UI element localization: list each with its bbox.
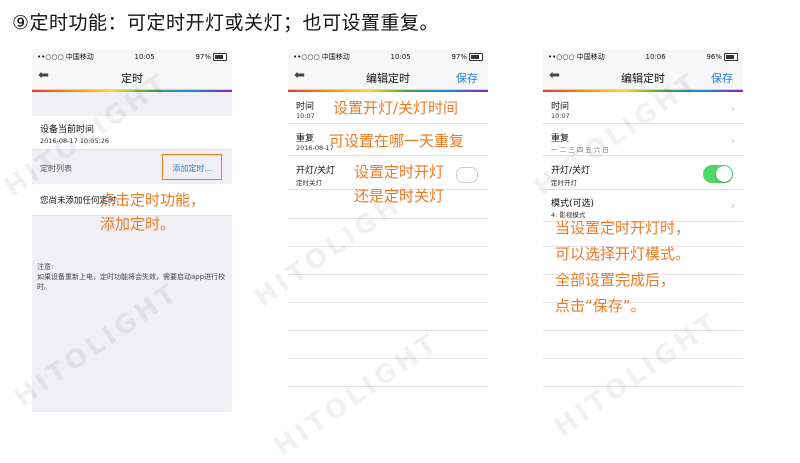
divider bbox=[288, 330, 488, 331]
on-off-toggle[interactable] bbox=[456, 167, 478, 183]
on-off-toggle[interactable] bbox=[703, 165, 733, 183]
battery-percent: 97% bbox=[195, 53, 211, 61]
annotation-line: 添加定时。 bbox=[100, 215, 176, 233]
clock-label: 10:06 bbox=[645, 53, 666, 61]
chevron-right-icon: › bbox=[730, 199, 735, 212]
nav-bar: ⬅ 编辑定时 保存 bbox=[288, 64, 488, 90]
on-off-label: 开灯/关灯 bbox=[296, 166, 336, 176]
highlight-box bbox=[162, 154, 222, 180]
status-bar: ••○○○ 中国移动 10:05 97% bbox=[288, 50, 488, 64]
annotation-line: 可设置在哪一天重复 bbox=[329, 132, 465, 150]
battery-percent: 97% bbox=[451, 53, 467, 61]
chevron-right-icon: › bbox=[730, 134, 735, 147]
page-title: ⑨定时功能：可定时开灯或关灯；也可设置重复。 bbox=[12, 12, 440, 34]
annotation-line: 设置开灯/关灯时间 bbox=[333, 99, 459, 117]
time-value: 10:07 bbox=[296, 112, 315, 120]
status-bar: ••○○○ 中国移动 10:06 96% bbox=[543, 50, 743, 64]
repeat-label: 重复 bbox=[296, 134, 315, 144]
note-block: 注意: 如果设备重新上电，定时功能将会失效，需要启动app进行校时。 bbox=[37, 262, 227, 292]
annotation-line: 点击定时功能， bbox=[100, 191, 206, 209]
nav-bar: ⬅ 编辑定时 保存 bbox=[543, 64, 743, 90]
battery-icon bbox=[724, 53, 738, 61]
status-bar: ••○○○ 中国移动 10:05 97% bbox=[32, 50, 232, 64]
annotation-line: 全部设置完成后， bbox=[555, 271, 676, 289]
time-label: 时间 bbox=[551, 102, 570, 112]
mode-label: 模式(可选) bbox=[551, 199, 595, 209]
annotation-line: 点击“保存”。 bbox=[555, 297, 646, 315]
note-title: 注意: bbox=[37, 263, 54, 271]
color-strip bbox=[543, 90, 743, 92]
time-value: 10:07 bbox=[551, 112, 570, 120]
nav-title: 定时 bbox=[121, 72, 143, 85]
annotation-line: 可以选择开灯模式。 bbox=[555, 245, 691, 263]
carrier-label: ••○○○ 中国移动 bbox=[293, 53, 350, 61]
repeat-label: 重复 bbox=[551, 134, 570, 144]
clock-label: 10:05 bbox=[390, 53, 411, 61]
clock-label: 10:05 bbox=[134, 53, 155, 61]
battery-percent: 96% bbox=[706, 53, 722, 61]
divider bbox=[288, 302, 488, 303]
note-body: 如果设备重新上电，定时功能将会失效，需要启动app进行校时。 bbox=[37, 273, 226, 291]
carrier-label: ••○○○ 中国移动 bbox=[548, 53, 605, 61]
save-button[interactable]: 保存 bbox=[711, 70, 733, 86]
color-strip bbox=[288, 90, 488, 92]
chevron-right-icon: › bbox=[730, 102, 735, 115]
battery-icon bbox=[213, 53, 227, 61]
save-button[interactable]: 保存 bbox=[456, 70, 478, 86]
annotation-line: 设置定时开灯 bbox=[354, 163, 445, 181]
battery-icon bbox=[469, 53, 483, 61]
carrier-label: ••○○○ 中国移动 bbox=[37, 53, 94, 61]
time-label: 时间 bbox=[296, 102, 315, 112]
annotation-line: 当设置定时开灯时， bbox=[555, 219, 691, 237]
on-off-value: 定时关灯 bbox=[296, 179, 322, 187]
